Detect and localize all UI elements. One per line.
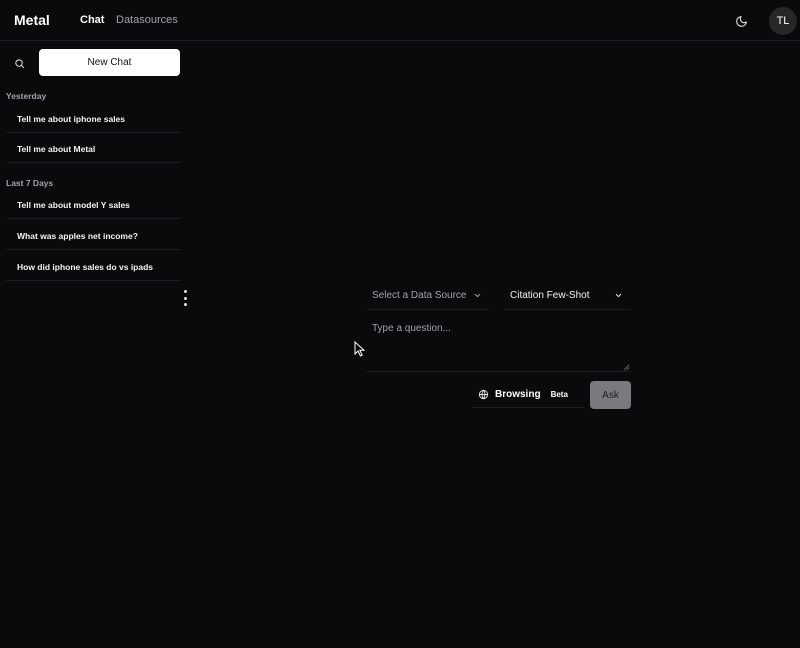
mouse-pointer-icon xyxy=(354,341,365,357)
globe-icon xyxy=(478,389,489,399)
kebab-vertical-icon[interactable] xyxy=(180,290,190,306)
chat-history-item[interactable]: Tell me about iphone sales xyxy=(6,105,181,133)
new-chat-button[interactable]: New Chat xyxy=(39,49,180,76)
chat-history-item[interactable]: What was apples net income? xyxy=(6,222,181,250)
chat-history-item[interactable]: Tell me about model Y sales xyxy=(6,191,181,219)
ask-button[interactable]: Ask xyxy=(590,381,631,409)
chat-history-item[interactable]: Tell me about Metal xyxy=(6,135,181,163)
data-source-select[interactable]: Select a Data Source xyxy=(366,282,490,310)
chat-history-item[interactable]: How did iphone sales do vs ipads xyxy=(6,253,181,281)
data-source-select-value: Select a Data Source xyxy=(372,290,467,301)
question-input[interactable] xyxy=(366,316,631,372)
browsing-label: Browsing xyxy=(495,388,541,400)
mode-select-value: Citation Few-Shot xyxy=(510,290,590,301)
section-label-last-7-days: Last 7 Days xyxy=(6,178,54,188)
sidebar: New Chat Yesterday Tell me about iphone … xyxy=(0,41,184,648)
search-button[interactable] xyxy=(6,50,32,76)
search-icon xyxy=(14,58,24,68)
app-logo[interactable]: Metal xyxy=(14,12,50,28)
user-avatar[interactable]: TL xyxy=(769,7,797,35)
nav-chat[interactable]: Chat xyxy=(80,14,104,26)
chevron-down-icon xyxy=(474,293,481,298)
resize-handle-icon[interactable] xyxy=(623,364,630,371)
mode-select[interactable]: Citation Few-Shot xyxy=(504,282,631,310)
chevron-down-icon xyxy=(615,293,622,298)
beta-badge: Beta xyxy=(550,389,568,399)
browsing-toggle[interactable]: Browsing Beta xyxy=(472,381,585,408)
top-bar: Metal Chat Datasources TL xyxy=(0,0,800,41)
section-label-yesterday: Yesterday xyxy=(6,91,47,101)
nav-datasources[interactable]: Datasources xyxy=(116,14,178,26)
moon-icon xyxy=(735,15,747,27)
theme-toggle-button[interactable] xyxy=(727,7,755,35)
chat-composer: Select a Data Source Citation Few-Shot B… xyxy=(366,282,631,412)
